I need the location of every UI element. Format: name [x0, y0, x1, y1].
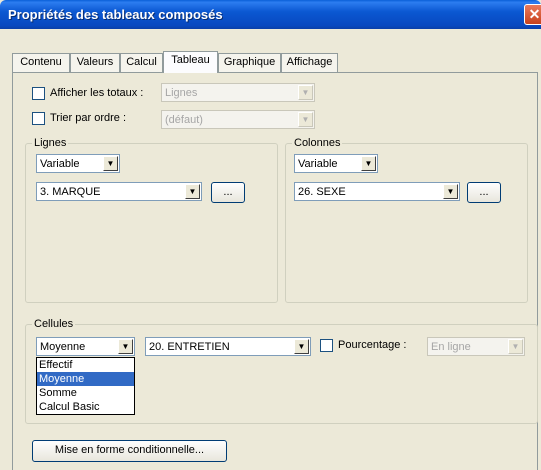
colonnes-group-title: Colonnes [292, 137, 343, 149]
totals-label: Afficher les totaux : [50, 87, 144, 99]
cellules-variable-select[interactable]: 20. ENTRETIEN ▼ [145, 337, 311, 356]
chevron-down-icon: ▼ [185, 184, 200, 199]
conditional-format-button[interactable]: Mise en forme conditionnelle... [32, 440, 227, 462]
cellules-group-title: Cellules [32, 318, 76, 330]
lignes-variable-select[interactable]: 3. MARQUE ▼ [36, 182, 202, 201]
close-button[interactable]: ✕ [524, 4, 541, 25]
tab-calcul[interactable]: Calcul [120, 53, 163, 72]
cellules-stat-select[interactable]: Moyenne ▼ [36, 337, 135, 356]
cellules-stat-dropdown-list: Effectif Moyenne Somme Calcul Basic [36, 357, 135, 415]
totals-checkbox[interactable] [32, 87, 45, 100]
colonnes-variable-value: 26. SEXE [298, 186, 346, 198]
percent-select-value: En ligne [431, 341, 471, 353]
tab-tableau[interactable]: Tableau [163, 51, 218, 73]
chevron-down-icon: ▼ [443, 184, 458, 199]
tab-graphique[interactable]: Graphique [218, 53, 281, 72]
chevron-down-icon: ▼ [508, 339, 523, 354]
tab-valeurs[interactable]: Valeurs [70, 53, 120, 72]
close-icon: ✕ [528, 6, 541, 22]
chevron-down-icon: ▼ [298, 112, 313, 127]
chevron-down-icon: ▼ [294, 339, 309, 354]
colonnes-browse-button[interactable]: ... [467, 182, 501, 203]
dropdown-option-somme[interactable]: Somme [37, 386, 134, 400]
tab-contenu[interactable]: Contenu [12, 53, 70, 72]
title-bar[interactable]: Propriétés des tableaux composés ✕ [0, 0, 541, 29]
dialog-window: Propriétés des tableaux composés ✕ Conte… [0, 0, 541, 470]
totals-select-value: Lignes [165, 87, 198, 99]
cellules-variable-value: 20. ENTRETIEN [149, 341, 230, 353]
tab-affichage[interactable]: Affichage [281, 53, 338, 72]
chevron-down-icon: ▼ [361, 156, 376, 171]
chevron-down-icon: ▼ [103, 156, 118, 171]
lignes-type-select[interactable]: Variable ▼ [36, 154, 120, 173]
lignes-browse-button[interactable]: ... [211, 182, 245, 203]
dropdown-option-calcul-basic[interactable]: Calcul Basic [37, 400, 134, 414]
chevron-down-icon: ▼ [118, 339, 133, 354]
cellules-stat-value: Moyenne [40, 341, 86, 353]
sort-select[interactable]: (défaut) ▼ [161, 110, 315, 129]
colonnes-type-value: Variable [298, 158, 338, 170]
sort-label: Trier par ordre : [50, 112, 127, 124]
dropdown-option-effectif[interactable]: Effectif [37, 358, 134, 372]
colonnes-type-select[interactable]: Variable ▼ [294, 154, 378, 173]
sort-select-value: (défaut) [165, 114, 203, 126]
dropdown-option-moyenne[interactable]: Moyenne [37, 372, 134, 386]
window-title: Propriétés des tableaux composés [8, 7, 223, 22]
percent-select[interactable]: En ligne ▼ [427, 337, 525, 356]
percent-label: Pourcentage : [338, 339, 407, 351]
percent-checkbox[interactable] [320, 339, 333, 352]
colonnes-variable-select[interactable]: 26. SEXE ▼ [294, 182, 460, 201]
totals-select[interactable]: Lignes ▼ [161, 83, 315, 102]
lignes-variable-value: 3. MARQUE [40, 186, 101, 198]
sort-checkbox[interactable] [32, 112, 45, 125]
chevron-down-icon: ▼ [298, 85, 313, 100]
lignes-group-title: Lignes [32, 137, 69, 149]
lignes-type-value: Variable [40, 158, 80, 170]
